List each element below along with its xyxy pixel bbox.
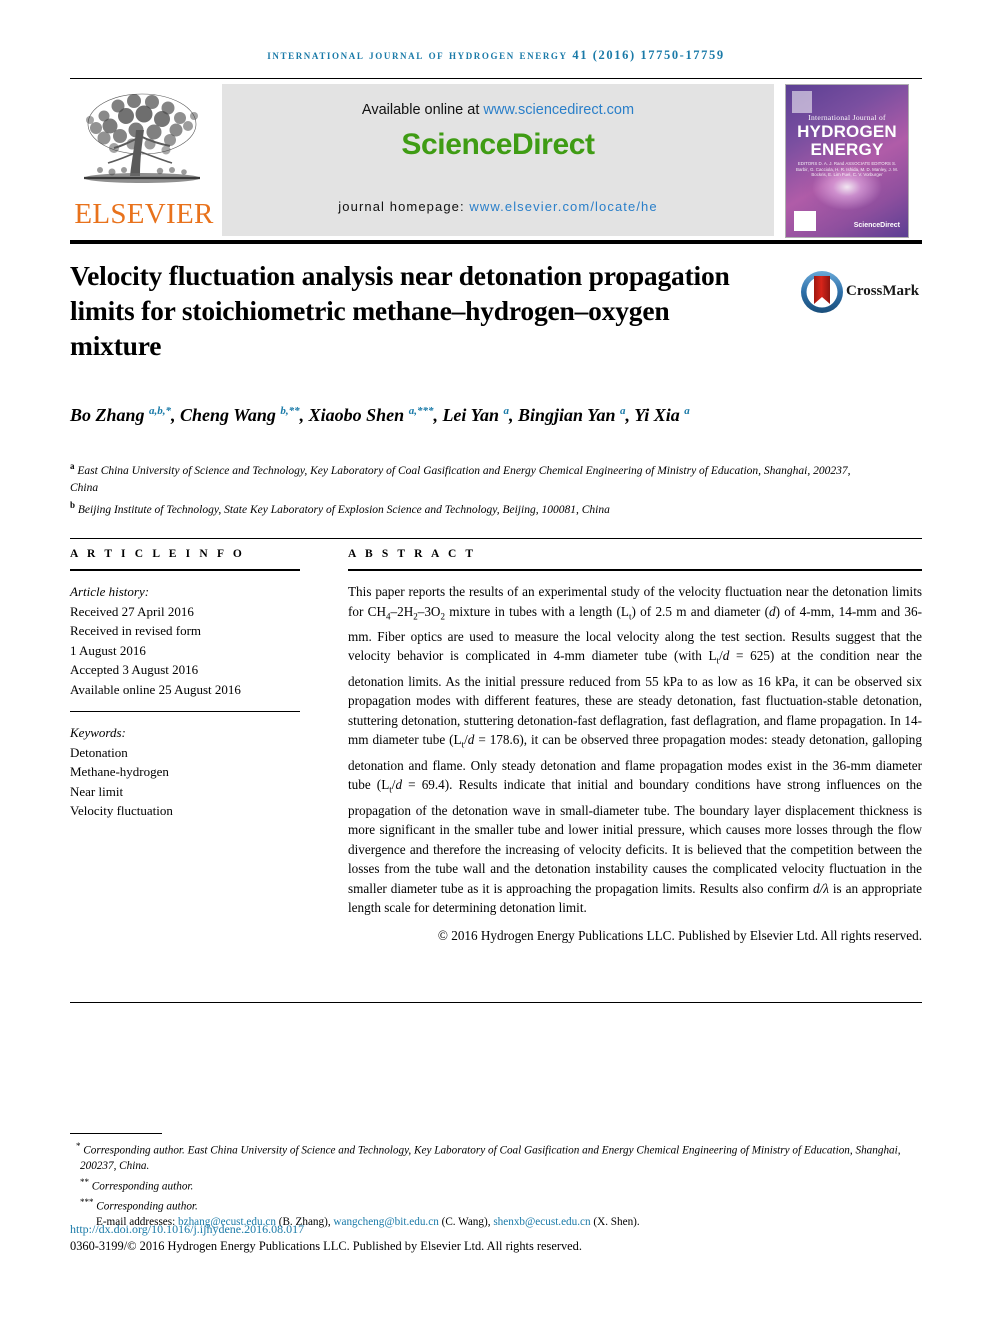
affiliation-list: a East China University of Science and T… (70, 458, 870, 519)
affiliation-item: b Beijing Institute of Technology, State… (70, 499, 610, 516)
sciencedirect-logo[interactable]: ScienceDirect (222, 128, 774, 162)
email-person: (X. Shen) (593, 1216, 637, 1229)
available-online-text: Available online at www.sciencedirect.co… (222, 102, 774, 118)
footnotes-block: * Corresponding author. East China Unive… (70, 1139, 922, 1231)
affiliation-item: a East China University of Science and T… (70, 461, 851, 494)
footnote-corresponding-3-text: Corresponding author. (96, 1200, 198, 1213)
keyword-item: Near limit (70, 783, 124, 799)
author-affiliation-mark: a (503, 405, 509, 417)
footnote-mark-2: ** (80, 1176, 89, 1187)
affiliation-mark: a (70, 461, 75, 471)
cover-logo-mark (792, 91, 812, 113)
journal-cover-thumbnail: International Journal of HYDROGEN ENERGY… (785, 84, 909, 238)
cover-iahe-mark (794, 211, 816, 231)
article-history-label: Article history: (70, 584, 150, 599)
elsevier-tree-icon (84, 93, 200, 183)
author-affiliation-mark: b,** (280, 405, 300, 417)
author-name: Xiaobo Shen a,*** (308, 405, 434, 425)
author-name: Bingjian Yan a (517, 405, 626, 425)
elsevier-wordmark: ELSEVIER (74, 198, 214, 230)
article-history-items: Received 27 April 2016 Received in revise… (70, 602, 300, 700)
footnote-corresponding-1-text: Corresponding author. East China Univers… (80, 1144, 901, 1173)
footnote-corresponding-1: * Corresponding author. East China Unive… (70, 1139, 922, 1175)
keywords-block: Keywords: Detonation Methane-hydrogen Near… (70, 723, 300, 821)
crossmark-badge[interactable]: CrossMark (800, 270, 920, 318)
cover-editors-text: EDITORS D. A. J. Rand ASSOCIATE EDITORS … (796, 161, 898, 178)
abstract-copyright: © 2016 Hydrogen Energy Publications LLC.… (437, 928, 922, 944)
article-info-underline (70, 569, 300, 571)
available-online-prefix: Available online at (361, 102, 484, 118)
article-history-item: Received in revised form (70, 623, 202, 638)
issn-copyright-line: 0360-3199/© 2016 Hydrogen Energy Publica… (70, 1239, 582, 1253)
affiliation-mark: b (70, 499, 76, 510)
author-name: Yi Xia a (634, 405, 690, 425)
email-person: (C. Wang) (441, 1216, 488, 1229)
abstract-heading: A B S T R A C T (348, 548, 477, 560)
journal-homepage-label: journal homepage: (338, 199, 470, 214)
cover-journal-prefix: International Journal of (808, 113, 886, 122)
sciencedirect-banner: Available online at www.sciencedirect.co… (222, 84, 774, 236)
cover-journal-title-1: HYDROGEN (797, 122, 897, 141)
author-affiliation-mark: a (684, 405, 690, 417)
journal-running-head: International Journal of Hydrogen Energy… (267, 48, 725, 62)
footnote-mark-1: * (76, 1141, 81, 1151)
email-link[interactable]: wangcheng@bit.edu.cn (333, 1216, 438, 1228)
abstract-text: This paper reports the results of an exp… (348, 584, 923, 916)
author-name: Lei Yan a (442, 405, 509, 425)
cover-journal-title-2: ENERGY (810, 140, 884, 159)
article-history-item: Available online 25 August 2016 (70, 681, 241, 697)
crossmark-icon (801, 271, 843, 313)
article-history-item: Received 27 April 2016 (70, 603, 194, 619)
masthead: ELSEVIER Available online at www.science… (70, 84, 922, 238)
author-affiliation-mark: a,b,* (149, 405, 172, 417)
journal-homepage-line: journal homepage: www.elsevier.com/locat… (222, 199, 774, 214)
sciencedirect-url-link[interactable]: www.sciencedirect.com (483, 102, 634, 118)
keyword-item: Methane-hydrogen (70, 764, 169, 779)
header-rule-top (70, 78, 922, 79)
abstract-column: A B S T R A C T This paper reports the r… (348, 548, 922, 946)
author-name: Bo Zhang a,b,* (70, 405, 172, 425)
abstract-underline (348, 569, 922, 571)
masthead-rule-bottom (70, 240, 922, 244)
footnote-corresponding-2: ** Corresponding author. (70, 1175, 922, 1195)
keywords-label: Keywords: (70, 725, 126, 740)
author-affiliation-mark: a,*** (408, 405, 434, 417)
crossmark-label: CrossMark (846, 283, 920, 299)
email-link[interactable]: shenxb@ecust.edu.cn (493, 1216, 590, 1228)
footnote-rule (70, 1133, 162, 1134)
article-history-item: 1 August 2016 (70, 642, 146, 658)
cover-sciencedirect-mark: ScienceDirect (853, 222, 900, 229)
keywords-divider (70, 711, 300, 712)
article-history-item: Accepted 3 August 2016 (70, 662, 199, 677)
paper-page: International Journal of Hydrogen Energy… (0, 0, 992, 1323)
article-info-heading: A R T I C L E I N F O (70, 548, 245, 560)
footnote-corresponding-3: *** Corresponding author. (70, 1195, 922, 1215)
doi-link[interactable]: http://dx.doi.org/10.1016/j.ijhydene.201… (70, 1222, 304, 1237)
footnote-corresponding-2-text: Corresponding author. (91, 1180, 194, 1193)
author-name: Cheng Wang b,** (180, 405, 300, 425)
info-section-rule-top (70, 538, 922, 539)
elsevier-logo: ELSEVIER (70, 84, 218, 236)
author-affiliation-mark: a (620, 405, 626, 417)
keyword-item: Velocity fluctuation (70, 803, 173, 818)
keyword-item: Detonation (70, 744, 128, 760)
page-title: Velocity fluctuation analysis near deton… (70, 260, 730, 361)
author-list: Bo Zhang a,b,*, Cheng Wang b,**, Xiaobo … (70, 405, 690, 425)
keywords-items: Detonation Methane-hydrogen Near limit Velo… (70, 743, 300, 821)
footnote-mark-3: *** (80, 1196, 94, 1207)
abstract-section-rule-bottom (70, 1002, 922, 1003)
article-history-block: Article history: Received 27 April 2016 R… (70, 582, 300, 699)
article-info-column: A R T I C L E I N F O Article history: R… (70, 548, 300, 821)
journal-homepage-link[interactable]: www.elsevier.com/locate/he (469, 199, 657, 214)
